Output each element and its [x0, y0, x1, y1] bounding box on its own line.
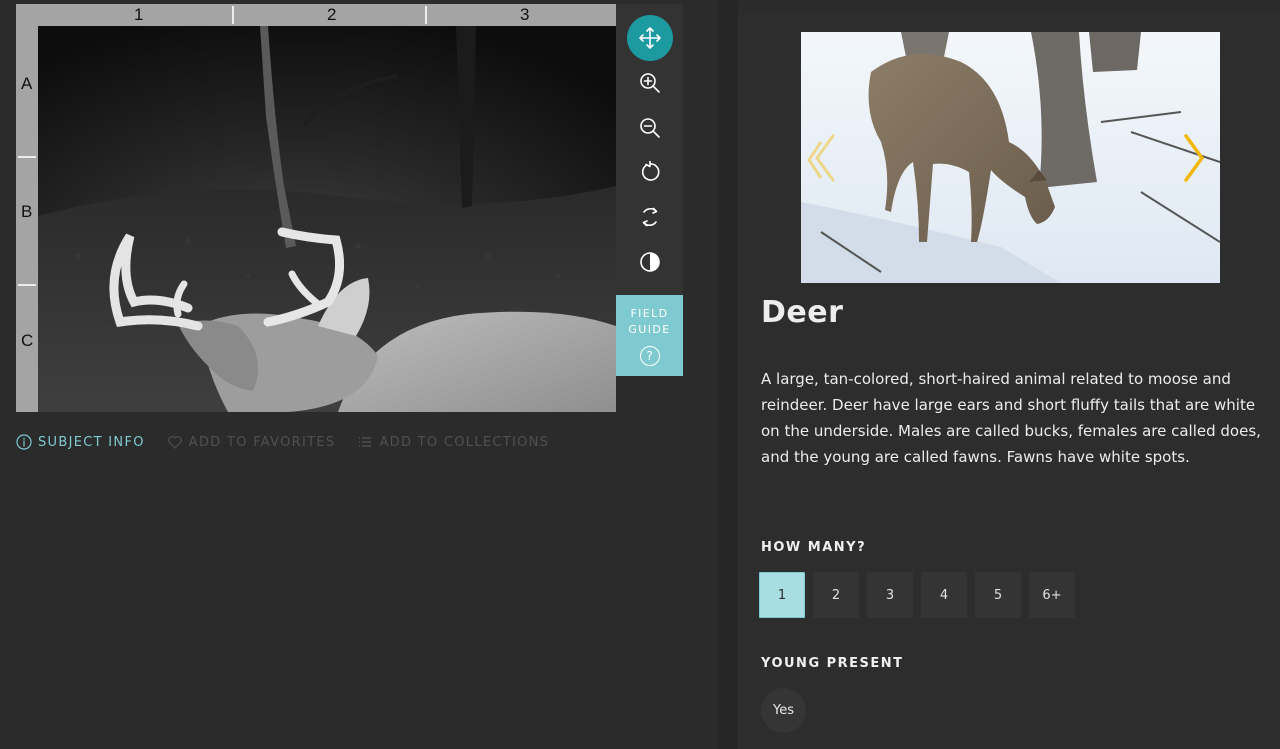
species-title: Deer — [761, 295, 844, 330]
how-many-options: 1 2 3 4 5 6+ — [759, 572, 1083, 618]
reset-button[interactable] — [627, 196, 673, 238]
ruler-row-c: C — [21, 331, 34, 350]
subject-meta-bar: SUBJECT INFO ADD TO FAVORITES ADD TO COL… — [16, 434, 571, 450]
zoom-in-icon — [640, 73, 660, 93]
move-icon — [639, 27, 661, 49]
rotate-icon — [641, 161, 660, 181]
count-option-4[interactable]: 4 — [921, 572, 967, 618]
young-present-yes-button[interactable]: Yes — [761, 688, 806, 733]
ruler-tick — [425, 6, 427, 24]
count-option-6-plus[interactable]: 6+ — [1029, 572, 1075, 618]
add-to-collections-button[interactable]: ADD TO COLLECTIONS — [357, 434, 549, 450]
image-toolbar: FIELD GUIDE ? — [616, 4, 683, 376]
zoom-out-icon — [640, 118, 660, 138]
species-panel: Deer A large, tan-colored, short-haired … — [738, 10, 1280, 749]
zoom-in-button[interactable] — [627, 62, 673, 104]
subject-info-label: SUBJECT INFO — [38, 434, 145, 450]
ruler-tick — [232, 6, 234, 24]
subject-viewer: 1 2 3 A B C — [16, 4, 616, 412]
young-present-title: YOUNG PRESENT — [761, 656, 904, 671]
carousel-prev-button[interactable] — [809, 132, 841, 184]
ruler-column-1: 1 — [134, 5, 144, 24]
reset-icon — [642, 207, 658, 227]
move-button[interactable] — [627, 15, 673, 61]
ruler-row-b: B — [21, 202, 33, 221]
ruler-left: A B C — [16, 26, 38, 412]
panel-divider — [718, 0, 738, 749]
ruler-column-3: 3 — [520, 5, 530, 24]
add-to-favorites-label: ADD TO FAVORITES — [188, 434, 336, 450]
ruler-row-a: A — [21, 74, 33, 93]
carousel-next-button[interactable] — [1178, 132, 1210, 184]
field-guide-button[interactable]: FIELD GUIDE ? — [616, 295, 683, 376]
species-image-carousel — [801, 32, 1220, 283]
count-option-2[interactable]: 2 — [813, 572, 859, 618]
add-to-collections-label: ADD TO COLLECTIONS — [379, 434, 550, 450]
ruler-column-2: 2 — [327, 5, 337, 24]
ruler-corner — [16, 4, 38, 26]
invert-icon — [640, 252, 660, 272]
heart-icon — [167, 436, 182, 449]
how-many-title: HOW MANY? — [761, 540, 867, 555]
count-option-5[interactable]: 5 — [975, 572, 1021, 618]
subject-info-button[interactable]: SUBJECT INFO — [16, 434, 145, 450]
help-icon: ? — [639, 346, 660, 366]
count-option-1[interactable]: 1 — [759, 572, 805, 618]
info-icon — [16, 434, 32, 450]
invert-button[interactable] — [627, 241, 673, 283]
ruler-top: 1 2 3 — [38, 4, 616, 26]
rotate-button[interactable] — [627, 151, 673, 193]
species-description: A large, tan-colored, short-haired anima… — [761, 370, 1261, 466]
list-icon — [359, 437, 372, 447]
count-option-3[interactable]: 3 — [867, 572, 913, 618]
add-to-favorites-button[interactable]: ADD TO FAVORITES — [167, 434, 336, 450]
zoom-out-button[interactable] — [627, 107, 673, 149]
classify-page: 1 2 3 A B C FIELD GUIDE ? SUBJECT INFO A… — [0, 0, 1280, 749]
ruler-tick — [18, 156, 36, 158]
field-guide-label: FIELD GUIDE — [628, 307, 671, 336]
species-example-image — [801, 32, 1220, 283]
camera-trap-image[interactable] — [38, 26, 616, 412]
ruler-tick — [18, 284, 36, 286]
